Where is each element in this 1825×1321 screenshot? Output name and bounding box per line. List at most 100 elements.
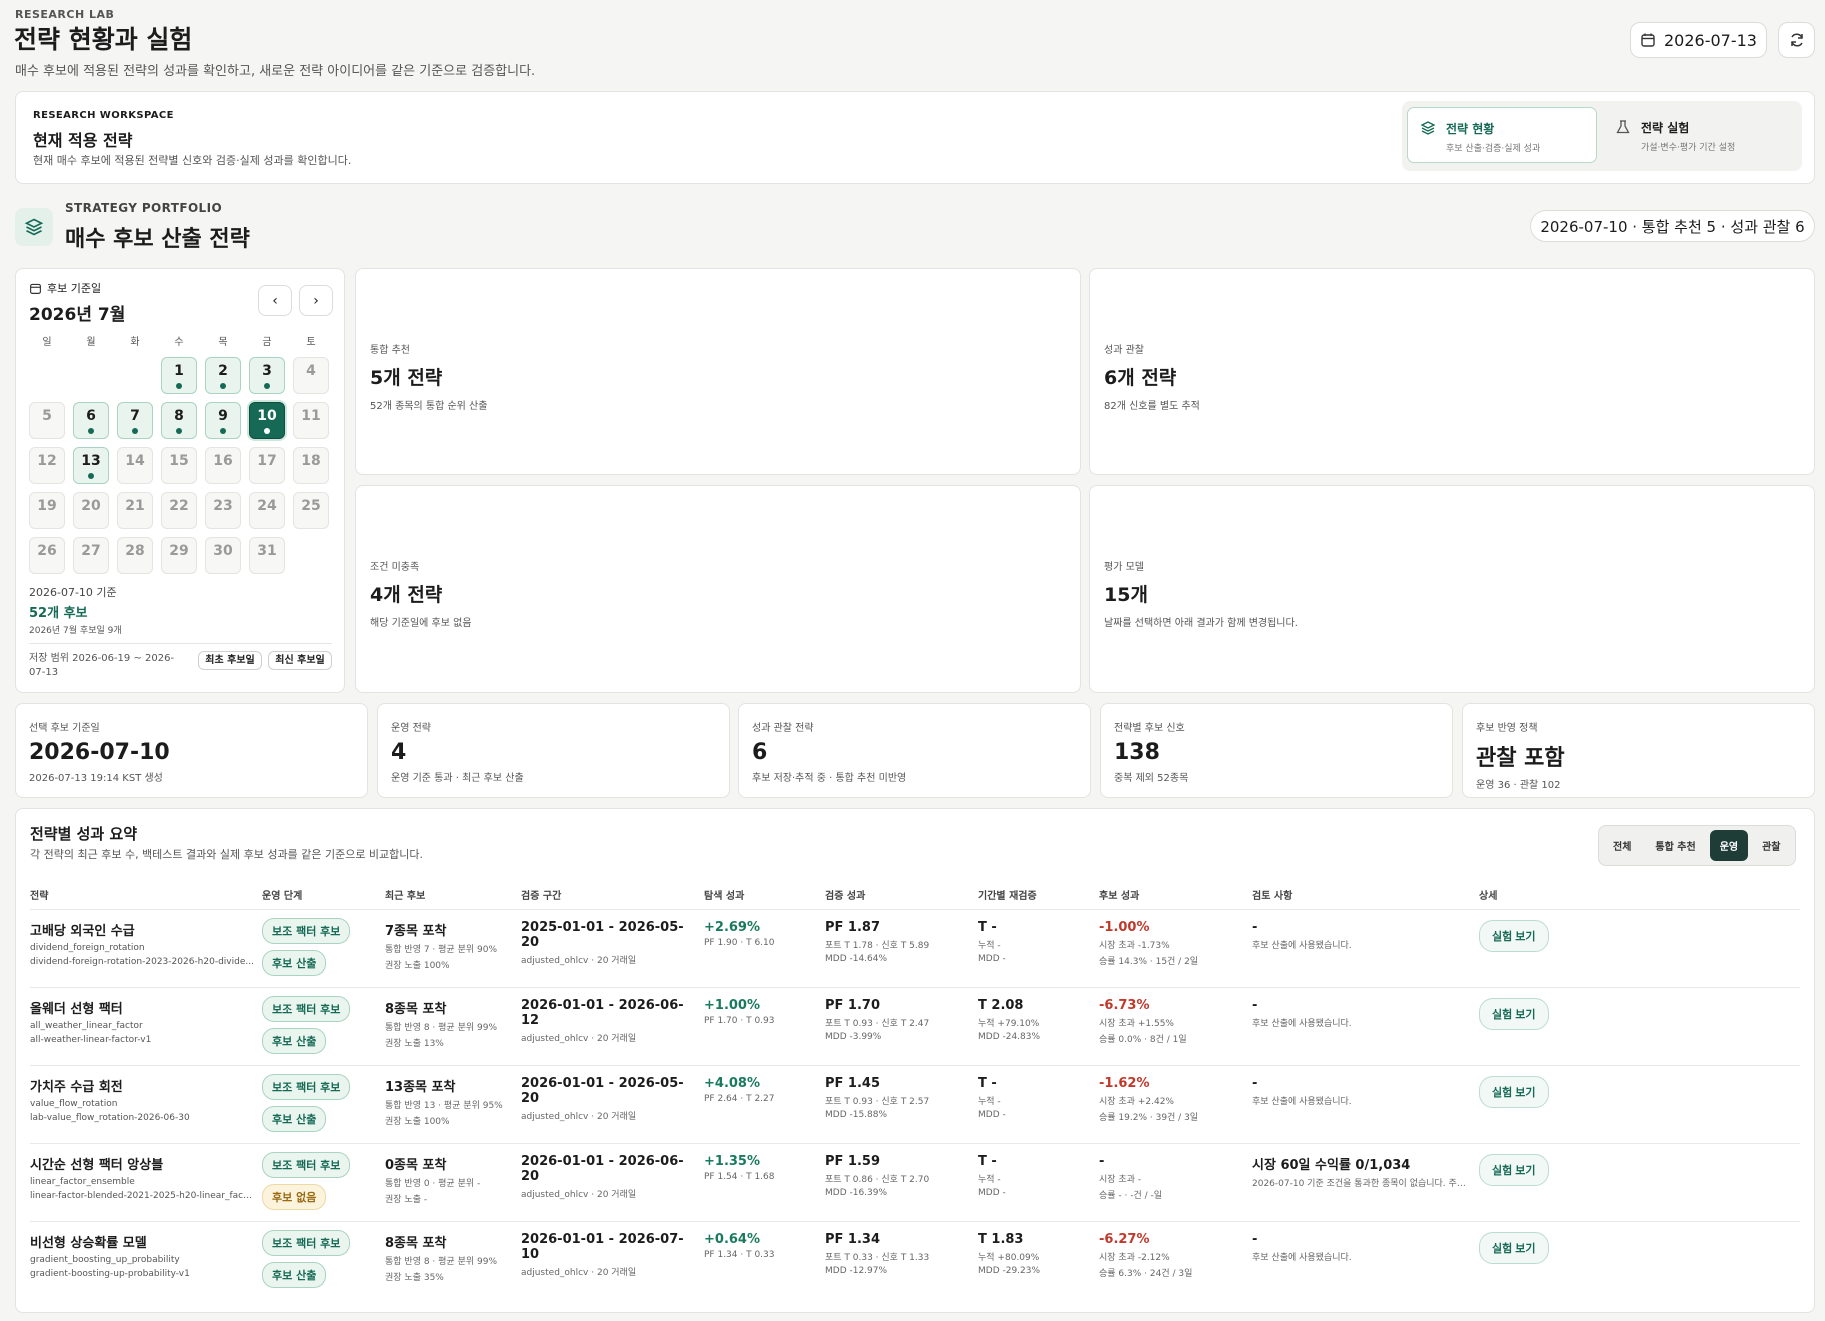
calendar-day[interactable]: 28 bbox=[117, 537, 153, 574]
validation-pf: PF 1.70 bbox=[825, 998, 881, 1013]
stage-badge: 후보 없음 bbox=[262, 1184, 327, 1210]
calendar-day[interactable]: 7 bbox=[117, 402, 153, 439]
calendar-day[interactable]: 11 bbox=[293, 402, 329, 439]
strategy-run: all-weather-linear-factor-v1 bbox=[30, 1035, 152, 1045]
filter-0[interactable]: 전체 bbox=[1603, 830, 1641, 861]
calendar-day-number: 2 bbox=[218, 363, 228, 379]
table-cell: T - 누적 - MDD - bbox=[978, 1154, 1093, 1198]
calendar-day[interactable]: 18 bbox=[293, 447, 329, 484]
next-month-button[interactable]: › bbox=[299, 285, 333, 316]
table-row: 고배당 외국인 수급 dividend_foreign_rotation divid… bbox=[30, 909, 1800, 987]
calendar-day[interactable]: 16 bbox=[205, 447, 241, 484]
table-cell: T 1.83 누적 +80.09% MDD -29.23% bbox=[978, 1232, 1093, 1276]
latest-candidate-button[interactable]: 최신 후보일 bbox=[268, 651, 332, 670]
calendar-day[interactable]: 8 bbox=[161, 402, 197, 439]
view-experiment-button[interactable]: 실험 보기 bbox=[1479, 1076, 1549, 1108]
calendar-weekdays: 일월화수목금토 bbox=[29, 333, 329, 348]
calendar-day[interactable]: 19 bbox=[29, 492, 65, 529]
column-header: 검증 구간 bbox=[521, 891, 562, 902]
validation-mdd: MDD -3.99% bbox=[825, 1032, 882, 1042]
validation-pf: PF 1.87 bbox=[825, 920, 881, 935]
recent-candidates: 7종목 포착 bbox=[385, 924, 447, 939]
calendar-day[interactable]: 21 bbox=[117, 492, 153, 529]
table-cell: - 후보 산출에 사용됐습니다. bbox=[1252, 1232, 1474, 1263]
first-candidate-button[interactable]: 최초 후보일 bbox=[198, 651, 262, 670]
view-experiment-button[interactable]: 실험 보기 bbox=[1479, 998, 1549, 1030]
tab-strategy-status[interactable]: 전략 현황 후보 산출·검증·실제 성과 bbox=[1407, 107, 1597, 163]
kpi-signals: 전략별 후보 신호 138 중복 제외 52종목 bbox=[1100, 703, 1453, 798]
strategy-run: linear-factor-blended-2021-2025-h20-line… bbox=[30, 1191, 255, 1201]
calendar-day[interactable]: 27 bbox=[73, 537, 109, 574]
calendar-day-number: 14 bbox=[125, 453, 145, 469]
tab-strategy-experiment[interactable]: 전략 실험 가설·변수·평가 기간 설정 bbox=[1603, 107, 1793, 163]
calendar-day[interactable]: 26 bbox=[29, 537, 65, 574]
calendar-day[interactable]: 25 bbox=[293, 492, 329, 529]
filter-1[interactable]: 통합 추천 bbox=[1645, 830, 1705, 861]
calendar-day[interactable]: 14 bbox=[117, 447, 153, 484]
validation-pf: PF 1.34 bbox=[825, 1232, 881, 1247]
calendar-day[interactable]: 13 bbox=[73, 447, 109, 484]
calendar-day[interactable]: 22 bbox=[161, 492, 197, 529]
calendar-day[interactable]: 24 bbox=[249, 492, 285, 529]
table-cell: 2026-01-01 - 2026-06-12 adjusted_ohlcv · … bbox=[521, 998, 696, 1044]
calendar-day[interactable]: 9 bbox=[205, 402, 241, 439]
calendar-day[interactable]: 30 bbox=[205, 537, 241, 574]
table-cell: PF 1.45 포트 T 0.93 · 신호 T 2.57 MDD -15.88% bbox=[825, 1076, 970, 1120]
calendar-day[interactable]: 12 bbox=[29, 447, 65, 484]
filter-2[interactable]: 운영 bbox=[1709, 830, 1749, 861]
table-cell: T 2.08 누적 +79.10% MDD -24.83% bbox=[978, 998, 1093, 1042]
calendar-basis: 2026-07-10 기준 bbox=[29, 586, 117, 599]
validation-detail: 포트 T 0.93 · 신호 T 2.47 bbox=[825, 1019, 930, 1029]
calendar-day[interactable]: 2 bbox=[205, 357, 241, 394]
view-experiment-button[interactable]: 실험 보기 bbox=[1479, 920, 1549, 952]
calendar-day[interactable]: 31 bbox=[249, 537, 285, 574]
calendar-day[interactable]: 3 bbox=[249, 357, 285, 394]
candidate-return: - bbox=[1099, 1154, 1105, 1169]
calendar-day[interactable]: 23 bbox=[205, 492, 241, 529]
stage-badge: 보조 팩터 후보 bbox=[262, 996, 351, 1022]
validation-detail: 포트 T 1.78 · 신호 T 5.89 bbox=[825, 941, 930, 951]
calendar-empty-cell bbox=[29, 357, 65, 394]
validation-mdd: MDD -12.97% bbox=[825, 1266, 888, 1276]
calendar-day[interactable]: 29 bbox=[161, 537, 197, 574]
recheck-t: T - bbox=[978, 1076, 997, 1091]
table-row: 비선형 상승확률 모델 gradient_boosting_up_probabil… bbox=[30, 1221, 1800, 1299]
recent-candidates: 0종목 포착 bbox=[385, 1158, 447, 1173]
calendar-day[interactable]: 6 bbox=[73, 402, 109, 439]
excess-return: 시장 초과 +1.55% bbox=[1099, 1019, 1174, 1029]
calendar-day[interactable]: 17 bbox=[249, 447, 285, 484]
date-picker-button[interactable]: 2026-07-13 bbox=[1630, 22, 1767, 58]
validation-period: 2025-01-01 - 2026-05-20 bbox=[521, 920, 684, 950]
calendar-day-number: 8 bbox=[174, 408, 184, 424]
review-detail: 2026-07-10 기준 조건을 통과한 종목이 없습니다. 주요 병... bbox=[1252, 1179, 1474, 1189]
kpi-label: 운영 전략 bbox=[391, 723, 431, 734]
candidate-exposure: 권장 노출 100% bbox=[385, 1117, 450, 1127]
workspace-desc: 현재 매수 후보에 적용된 전략별 신호와 검증·실제 성과를 확인합니다. bbox=[33, 154, 352, 167]
validation-pf: PF 1.45 bbox=[825, 1076, 881, 1091]
calendar-day[interactable]: 1 bbox=[161, 357, 197, 394]
calendar-day[interactable]: 15 bbox=[161, 447, 197, 484]
table-row: 시간순 선형 팩터 앙상블 linear_factor_ensemble linea… bbox=[30, 1143, 1800, 1221]
table-cell: 보조 팩터 후보 후보 산출 bbox=[262, 1074, 351, 1138]
perf-filter: 전체 통합 추천 운영 관찰 bbox=[1598, 825, 1796, 866]
validation-mdd: MDD -14.64% bbox=[825, 954, 888, 964]
view-experiment-button[interactable]: 실험 보기 bbox=[1479, 1154, 1549, 1186]
candidate-detail: 통합 반영 13 · 평균 분위 95% bbox=[385, 1101, 503, 1111]
calendar-day[interactable]: 20 bbox=[73, 492, 109, 529]
prev-month-button[interactable]: ‹ bbox=[258, 285, 292, 316]
calendar-day[interactable]: 5 bbox=[29, 402, 65, 439]
candidate-dot-icon bbox=[176, 428, 182, 434]
review-title: - bbox=[1252, 998, 1258, 1013]
refresh-button[interactable] bbox=[1778, 22, 1815, 58]
view-experiment-button[interactable]: 실험 보기 bbox=[1479, 1232, 1549, 1264]
filter-3[interactable]: 관찰 bbox=[1752, 830, 1790, 861]
stat-desc: 해당 기준일에 후보 없음 bbox=[370, 618, 472, 629]
table-cell: -6.27% 시장 초과 -2.12% 승률 6.3% · 24건 / 3일 bbox=[1099, 1232, 1244, 1279]
calendar-day[interactable]: 4 bbox=[293, 357, 329, 394]
calendar-day[interactable]: 10 bbox=[249, 402, 285, 439]
table-cell: 2025-01-01 - 2026-05-20 adjusted_ohlcv · … bbox=[521, 920, 696, 966]
refresh-icon bbox=[1790, 33, 1803, 47]
explore-return: +0.64% bbox=[704, 1232, 760, 1247]
table-row: 올웨더 선형 팩터 all_weather_linear_factor all-we… bbox=[30, 987, 1800, 1065]
table-cell: PF 1.87 포트 T 1.78 · 신호 T 5.89 MDD -14.64% bbox=[825, 920, 970, 964]
